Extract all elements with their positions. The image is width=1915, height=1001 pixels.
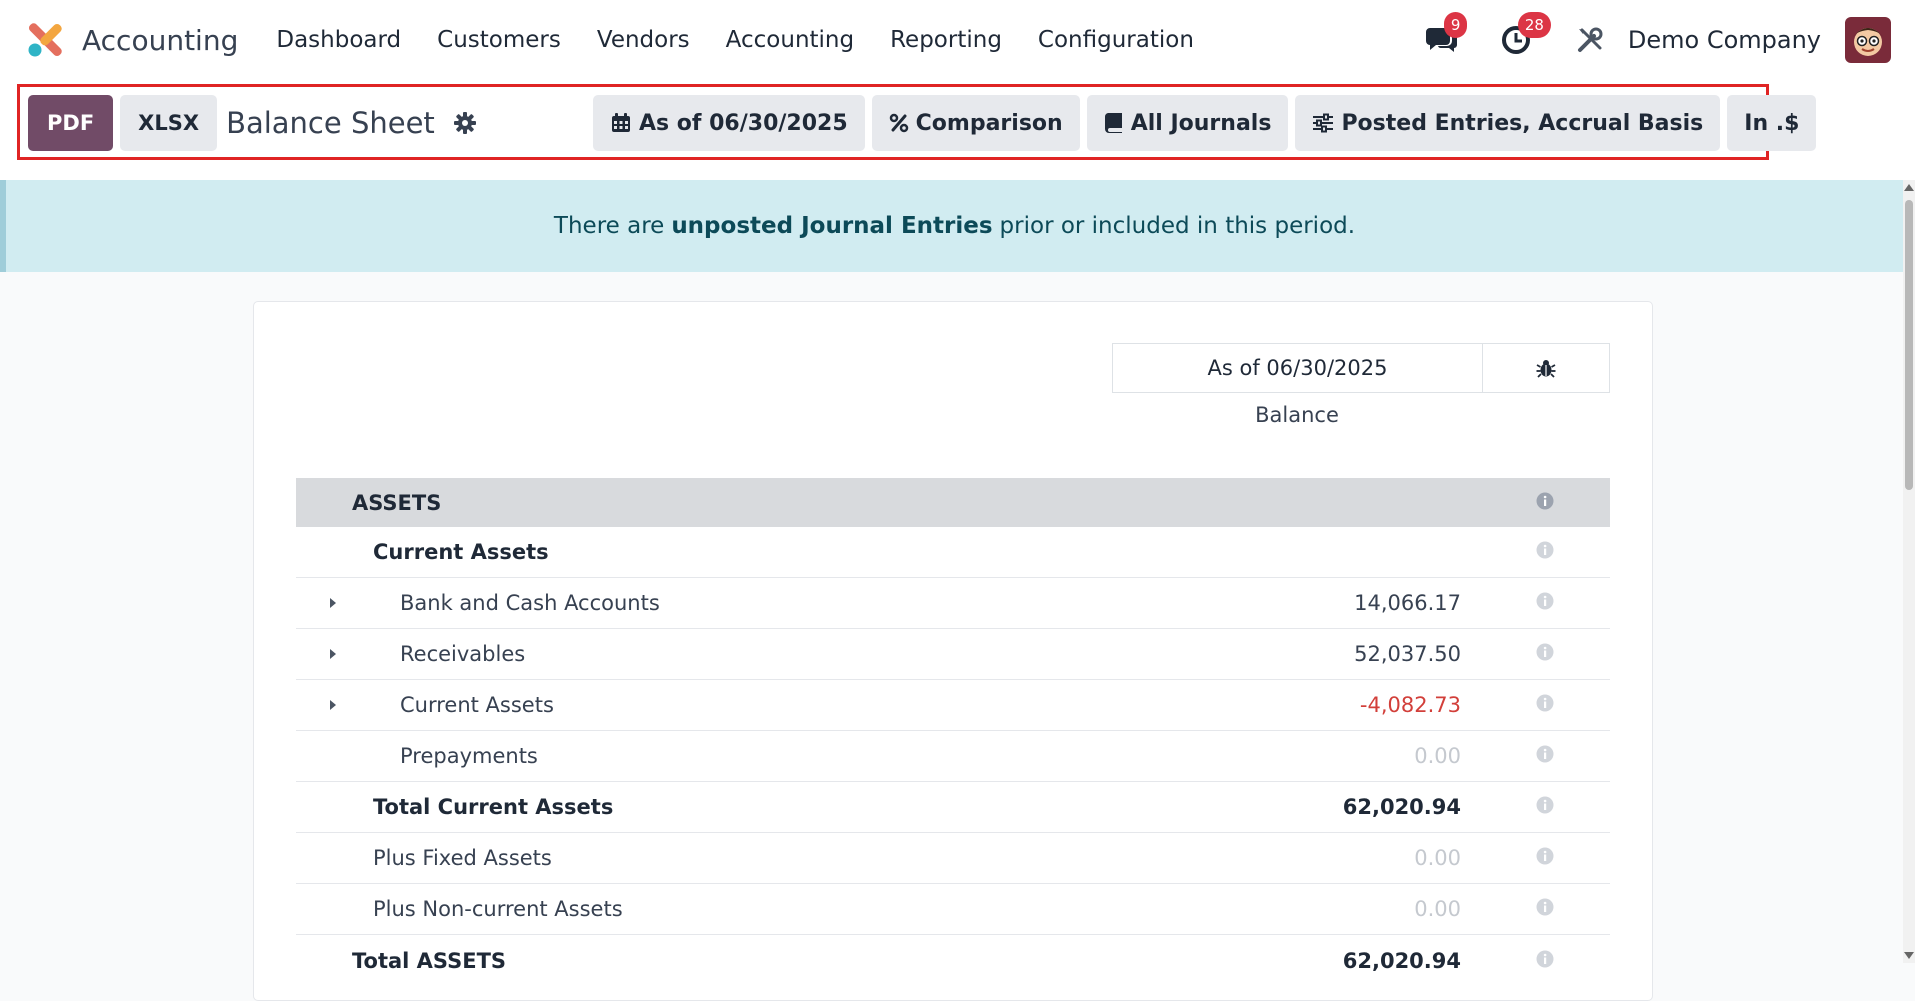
info-icon[interactable] bbox=[1536, 795, 1554, 819]
line-label: Receivables bbox=[400, 642, 526, 666]
line-value: 0.00 bbox=[1414, 897, 1461, 921]
info-icon[interactable] bbox=[1536, 491, 1554, 515]
avatar-face-icon bbox=[1845, 17, 1891, 63]
book-icon bbox=[1104, 113, 1122, 133]
caret-right-icon[interactable] bbox=[328, 642, 338, 666]
calendar-icon bbox=[612, 113, 630, 132]
report-line-receivables[interactable]: Receivables 52,037.50 bbox=[296, 629, 1610, 680]
alert-suffix: prior or included in this period. bbox=[999, 213, 1356, 239]
user-avatar[interactable] bbox=[1845, 17, 1891, 63]
report-options-button[interactable] bbox=[453, 111, 477, 135]
info-icon[interactable] bbox=[1536, 897, 1554, 921]
line-value[interactable]: 52,037.50 bbox=[1354, 642, 1461, 666]
report-line-bank-cash[interactable]: Bank and Cash Accounts 14,066.17 bbox=[296, 578, 1610, 629]
line-label: Current Assets bbox=[373, 540, 549, 564]
comparison-filter-button[interactable]: Comparison bbox=[871, 95, 1080, 151]
report-column-header: As of 06/30/2025 bbox=[1112, 343, 1610, 393]
report-line-current-assets-header[interactable]: Current Assets bbox=[296, 527, 1610, 578]
report-actions: PDF XLSX Balance Sheet bbox=[28, 95, 477, 151]
line-label: Plus Non-current Assets bbox=[373, 897, 623, 921]
caret-right-icon[interactable] bbox=[328, 693, 338, 717]
unposted-entries-alert: There are unposted Journal Entries prior… bbox=[0, 180, 1903, 272]
line-label: Plus Fixed Assets bbox=[373, 846, 552, 870]
date-filter-label: As of 06/30/2025 bbox=[639, 110, 848, 136]
report-line-assets[interactable]: ASSETS bbox=[296, 478, 1610, 527]
caret-right-icon[interactable] bbox=[328, 591, 338, 615]
scroll-up-arrow[interactable] bbox=[1904, 184, 1914, 191]
report-line-total-current-assets[interactable]: Total Current Assets 62,020.94 bbox=[296, 782, 1610, 833]
menu-dashboard[interactable]: Dashboard bbox=[258, 27, 419, 53]
navbar-systray: 9 28 Demo Company bbox=[1422, 0, 1915, 80]
percent-icon bbox=[889, 113, 908, 133]
line-value: 62,020.94 bbox=[1342, 795, 1461, 819]
info-icon[interactable] bbox=[1536, 744, 1554, 768]
line-value[interactable]: 14,066.17 bbox=[1354, 591, 1461, 615]
column-balance-label: Balance bbox=[1255, 403, 1339, 427]
menu-reporting[interactable]: Reporting bbox=[872, 27, 1020, 53]
info-icon[interactable] bbox=[1536, 591, 1554, 615]
page-title: Balance Sheet bbox=[226, 106, 435, 140]
company-switcher[interactable]: Demo Company bbox=[1628, 26, 1821, 54]
report-filters: As of 06/30/2025 Comparison All Journals bbox=[593, 95, 1823, 151]
line-label: Total Current Assets bbox=[373, 795, 614, 819]
bug-icon bbox=[1536, 360, 1556, 378]
top-navbar: Accounting Dashboard Customers Vendors A… bbox=[0, 0, 1915, 80]
control-panel: PDF XLSX Balance Sheet As of 06/30/2025 … bbox=[0, 80, 1915, 180]
pdf-button[interactable]: PDF bbox=[28, 95, 114, 151]
line-value: 0.00 bbox=[1414, 744, 1461, 768]
report-lines: ASSETS Current Assets Bank and Cash Acco… bbox=[296, 478, 1610, 986]
messages-count-badge: 9 bbox=[1443, 12, 1468, 38]
line-value[interactable]: -4,082.73 bbox=[1360, 693, 1461, 717]
line-label: Prepayments bbox=[400, 744, 538, 768]
info-icon[interactable] bbox=[1536, 949, 1554, 973]
journals-filter-button[interactable]: All Journals bbox=[1086, 95, 1289, 151]
gear-icon bbox=[453, 112, 476, 134]
line-label: ASSETS bbox=[352, 490, 442, 515]
line-label: Bank and Cash Accounts bbox=[400, 591, 660, 615]
main-menu: Dashboard Customers Vendors Accounting R… bbox=[258, 27, 1212, 53]
menu-configuration[interactable]: Configuration bbox=[1020, 27, 1212, 53]
xlsx-button[interactable]: XLSX bbox=[120, 95, 218, 151]
debug-column-button[interactable] bbox=[1483, 344, 1609, 392]
info-icon[interactable] bbox=[1536, 642, 1554, 666]
tools-icon bbox=[1577, 27, 1603, 52]
info-icon[interactable] bbox=[1536, 693, 1554, 717]
date-filter-button[interactable]: As of 06/30/2025 bbox=[593, 95, 865, 151]
accounting-app-icon bbox=[28, 23, 62, 57]
line-value: 0.00 bbox=[1414, 846, 1461, 870]
report-line-total-assets[interactable]: Total ASSETS 62,020.94 bbox=[296, 935, 1610, 986]
report-line-prepayments[interactable]: Prepayments 0.00 bbox=[296, 731, 1610, 782]
alert-unposted-link[interactable]: unposted Journal Entries bbox=[671, 213, 992, 239]
line-label: Current Assets bbox=[400, 693, 554, 717]
info-icon[interactable] bbox=[1536, 540, 1554, 564]
journals-filter-label: All Journals bbox=[1130, 110, 1272, 136]
menu-accounting[interactable]: Accounting bbox=[708, 27, 872, 53]
activities-count-badge: 28 bbox=[1517, 12, 1551, 38]
info-icon[interactable] bbox=[1536, 846, 1554, 870]
currency-filter-button[interactable]: In .$ bbox=[1727, 95, 1817, 151]
report-line-current-assets[interactable]: Current Assets -4,082.73 bbox=[296, 680, 1610, 731]
sliders-icon bbox=[1313, 113, 1334, 133]
entries-filter-button[interactable]: Posted Entries, Accrual Basis bbox=[1295, 95, 1721, 151]
page-scrollbar[interactable] bbox=[1903, 180, 1915, 963]
line-value: 62,020.94 bbox=[1342, 948, 1461, 973]
currency-filter-label: In .$ bbox=[1744, 110, 1800, 136]
scrollbar-thumb[interactable] bbox=[1905, 200, 1913, 490]
line-label: Total ASSETS bbox=[352, 948, 507, 973]
column-date-header: As of 06/30/2025 bbox=[1113, 344, 1483, 392]
menu-customers[interactable]: Customers bbox=[419, 27, 579, 53]
app-brand[interactable]: Accounting bbox=[26, 21, 258, 59]
app-name: Accounting bbox=[82, 23, 239, 57]
menu-vendors[interactable]: Vendors bbox=[579, 27, 708, 53]
alert-prefix: There are bbox=[553, 213, 665, 239]
entries-filter-label: Posted Entries, Accrual Basis bbox=[1341, 110, 1704, 136]
settings-tools-button[interactable] bbox=[1570, 20, 1610, 60]
scroll-down-arrow[interactable] bbox=[1904, 952, 1914, 959]
report-line-fixed-assets[interactable]: Plus Fixed Assets 0.00 bbox=[296, 833, 1610, 884]
report-line-non-current-assets[interactable]: Plus Non-current Assets 0.00 bbox=[296, 884, 1610, 935]
messages-button[interactable]: 9 bbox=[1422, 12, 1468, 60]
comparison-filter-label: Comparison bbox=[915, 110, 1063, 136]
activities-button[interactable]: 28 bbox=[1496, 12, 1551, 60]
